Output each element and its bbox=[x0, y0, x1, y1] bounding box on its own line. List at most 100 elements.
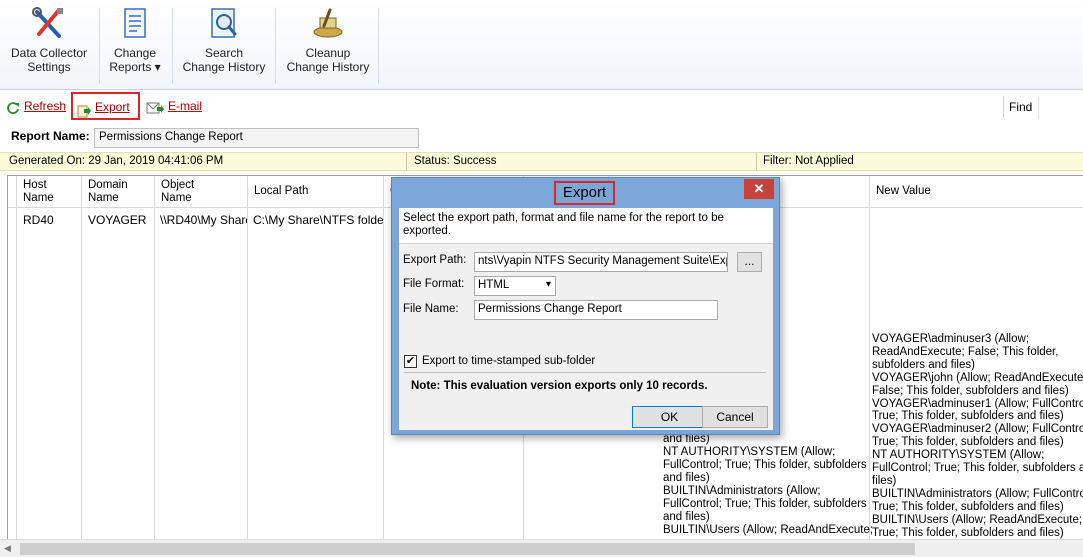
email-icon bbox=[146, 100, 164, 114]
ribbon-label: Change History bbox=[182, 60, 266, 74]
toolbar: Refresh Export E-mail bbox=[0, 92, 1083, 120]
new-value-line: NT AUTHORITY\SYSTEM (Allow; bbox=[872, 449, 1045, 462]
header-local-path[interactable]: Local Path bbox=[248, 176, 384, 208]
new-value-line: VOYAGER\adminuser1 (Allow; FullControl; bbox=[872, 397, 1083, 410]
ribbon-separator bbox=[378, 8, 379, 84]
old-value-line: and files) bbox=[663, 472, 710, 484]
header-host-name[interactable]: Host Name bbox=[17, 176, 82, 208]
report-name-label: Report Name: bbox=[11, 129, 90, 143]
old-value-line: BUILTIN\Administrators (Allow; bbox=[663, 485, 821, 497]
ribbon-separator bbox=[172, 8, 173, 84]
export-label: Export bbox=[95, 100, 130, 114]
new-value-line: True; This folder, subfolders and files) bbox=[872, 436, 1064, 449]
email-button[interactable]: E-mail bbox=[142, 95, 206, 119]
export-dialog: Export ✕ Select the export path, format … bbox=[391, 177, 780, 435]
search-change-history-button[interactable]: Search Change History bbox=[178, 4, 270, 86]
file-format-label: File Format: bbox=[403, 278, 465, 290]
column-local-path bbox=[248, 208, 384, 539]
change-reports-button[interactable]: Change Reports ▾ bbox=[104, 4, 166, 86]
header-text: Object bbox=[161, 179, 195, 191]
new-value-line: VOYAGER\john (Allow; ReadAndExecute; bbox=[872, 371, 1083, 384]
refresh-button[interactable]: Refresh bbox=[2, 95, 70, 119]
old-value-line: FullControl; True; This folder, subfolde… bbox=[663, 498, 867, 510]
file-format-value: HTML bbox=[478, 279, 510, 291]
status-bar: Generated On: 29 Jan, 2019 04:41:06 PM S… bbox=[0, 152, 1083, 171]
ribbon-label: Search bbox=[204, 46, 244, 60]
old-value-line: NT AUTHORITY\SYSTEM (Allow; bbox=[663, 446, 836, 458]
new-value-line: ReadAndExecute; False; This folder, bbox=[872, 345, 1059, 358]
ok-button[interactable]: OK bbox=[632, 406, 707, 428]
column-object bbox=[155, 208, 248, 539]
refresh-icon bbox=[6, 100, 20, 114]
tools-icon bbox=[31, 6, 67, 42]
dialog-description: Select the export path, format and file … bbox=[399, 208, 773, 244]
cell-local-path[interactable]: C:\My Share\NTFS folders M bbox=[253, 213, 383, 227]
cell-host[interactable]: RD40 bbox=[23, 213, 78, 227]
search-doc-icon bbox=[206, 6, 242, 42]
export-path-input[interactable]: nts\Vyapin NTFS Security Management Suit… bbox=[474, 252, 728, 272]
generated-on-text: Generated On: 29 Jan, 2019 04:41:06 PM bbox=[9, 155, 224, 167]
chevron-down-icon: ▾ bbox=[545, 279, 551, 290]
header-domain-name[interactable]: Domain Name bbox=[82, 176, 155, 208]
new-value-line: files) bbox=[872, 474, 897, 487]
header-object-name[interactable]: Object Name bbox=[155, 176, 248, 208]
document-icon bbox=[117, 6, 153, 42]
close-icon[interactable]: ✕ bbox=[744, 179, 774, 199]
status-text: Status: Success bbox=[414, 155, 497, 167]
ribbon-separator bbox=[275, 8, 276, 84]
file-format-select[interactable]: HTML ▾ bbox=[474, 276, 556, 296]
dialog-titlebar[interactable]: Export ✕ bbox=[392, 178, 779, 206]
ribbon-separator bbox=[99, 8, 100, 84]
status-separator bbox=[756, 153, 757, 171]
cell-domain[interactable]: VOYAGER bbox=[88, 213, 153, 227]
new-value-line: True; This folder, subfolders and files) bbox=[872, 526, 1064, 539]
new-value-line: FullControl; True; This folder, subfolde… bbox=[872, 462, 1083, 474]
find-input[interactable] bbox=[1038, 97, 1083, 119]
file-name-input[interactable]: Permissions Change Report bbox=[474, 300, 718, 320]
export-icon bbox=[77, 101, 91, 118]
ribbon-label: Change bbox=[113, 46, 157, 60]
old-value-line: and files) bbox=[663, 511, 710, 523]
scroll-left-icon[interactable]: ◀ bbox=[4, 543, 11, 554]
scrollbar-thumb[interactable] bbox=[20, 543, 915, 555]
timestamp-checkbox[interactable]: ✔ bbox=[404, 355, 417, 368]
new-value-line: VOYAGER\adminuser3 (Allow; bbox=[872, 333, 1030, 345]
header-text: Name bbox=[23, 192, 54, 204]
evaluation-note: Note: This evaluation version exports on… bbox=[411, 380, 708, 392]
cell-object[interactable]: \\RD40\My Share\ bbox=[160, 213, 247, 227]
cancel-button[interactable]: Cancel bbox=[702, 406, 768, 428]
new-value-line: BUILTIN\Administrators (Allow; FullContr… bbox=[872, 487, 1083, 500]
column-host bbox=[17, 208, 82, 539]
ribbon-label: Data Collector bbox=[10, 46, 88, 60]
dialog-body: Select the export path, format and file … bbox=[399, 208, 773, 430]
row-header-corner bbox=[8, 176, 17, 208]
horizontal-scrollbar[interactable]: ◀ bbox=[0, 539, 1083, 557]
browse-button[interactable]: ... bbox=[737, 252, 762, 272]
header-new-value[interactable]: New Value bbox=[870, 176, 1083, 208]
file-name-label: File Name: bbox=[403, 303, 459, 315]
new-value-line: BUILTIN\Users (Allow; ReadAndExecute; bbox=[872, 513, 1083, 526]
new-value-line: subfolders and files) bbox=[872, 358, 975, 371]
ribbon: Data Collector Settings Change Reports ▾… bbox=[0, 0, 1083, 90]
ribbon-label: Reports ▾ bbox=[109, 60, 161, 74]
data-collector-settings-button[interactable]: Data Collector Settings bbox=[4, 4, 94, 86]
cleanup-change-history-button[interactable]: Cleanup Change History bbox=[282, 4, 374, 86]
row-header bbox=[8, 208, 17, 539]
header-text: Name bbox=[88, 192, 119, 204]
old-value-line: FullControl; True; This folder, subfolde… bbox=[663, 459, 867, 471]
divider bbox=[404, 372, 766, 373]
export-button[interactable]: Export bbox=[71, 92, 140, 120]
header-text: Domain bbox=[88, 179, 128, 191]
email-label: E-mail bbox=[168, 99, 203, 113]
new-value-line: VOYAGER\adminuser2 (Allow; FullControl; bbox=[872, 423, 1083, 436]
header-text: Name bbox=[161, 192, 192, 204]
column-domain bbox=[82, 208, 155, 539]
ribbon-label: Change History bbox=[286, 60, 370, 74]
find-label: Find bbox=[1009, 100, 1033, 114]
header-text: Host bbox=[23, 179, 47, 191]
status-separator bbox=[406, 153, 407, 171]
report-name-field[interactable]: Permissions Change Report bbox=[94, 128, 419, 148]
find-separator bbox=[1003, 96, 1004, 118]
export-path-label: Export Path: bbox=[403, 254, 467, 266]
old-value-line: BUILTIN\Users (Allow; ReadAndExecute; bbox=[663, 524, 874, 536]
